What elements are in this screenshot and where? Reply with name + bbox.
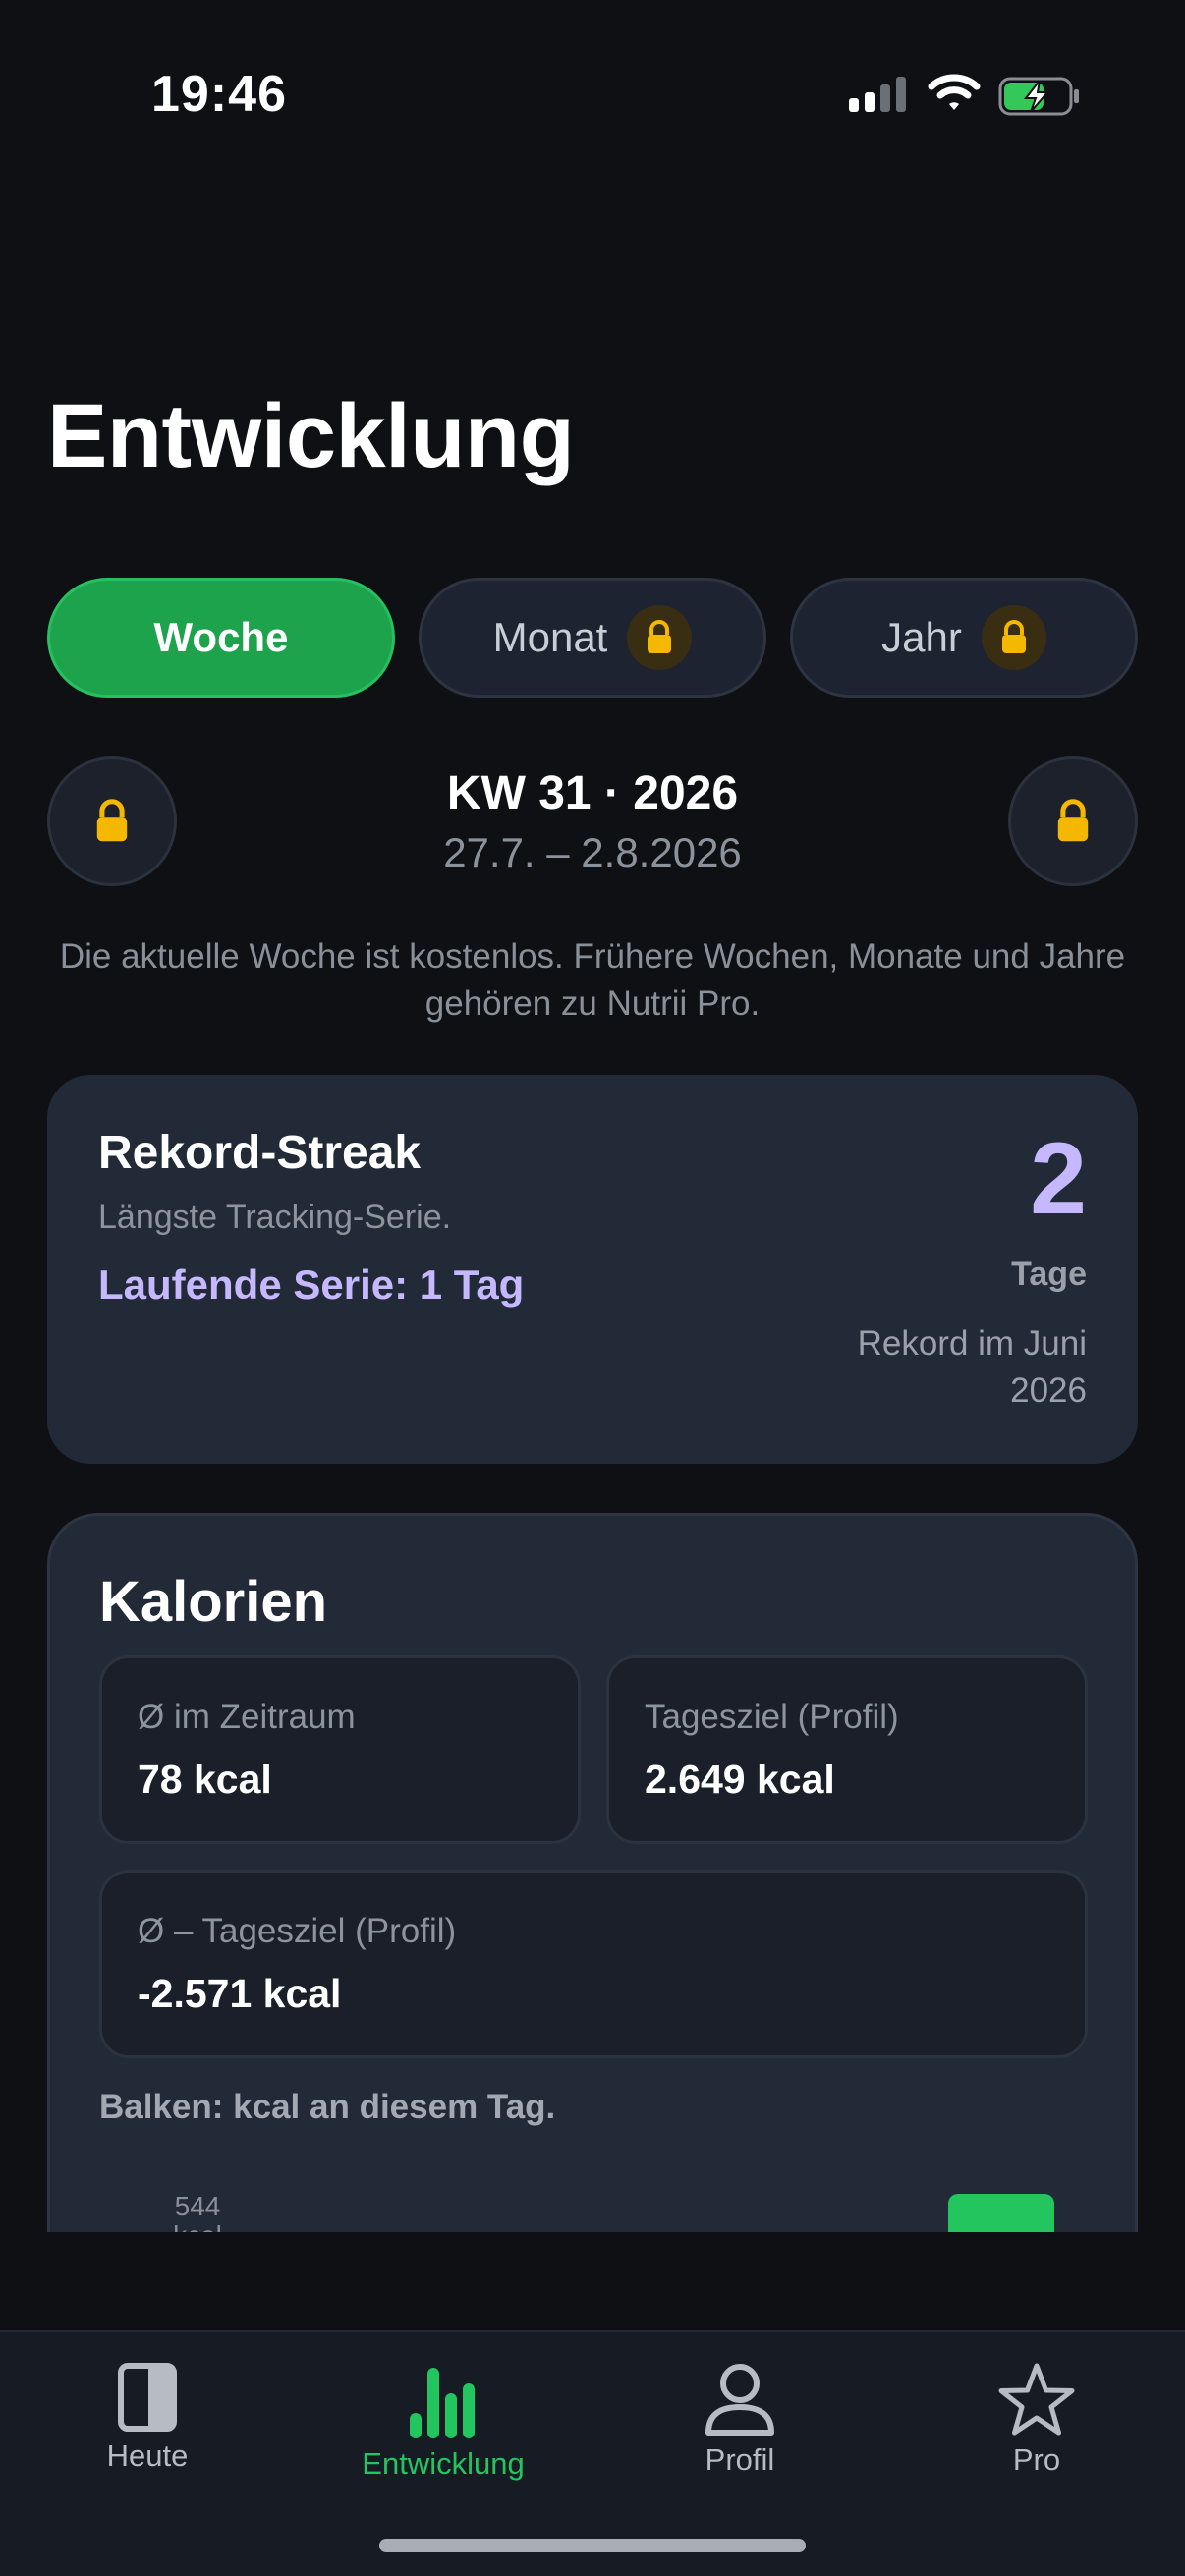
page-title: Entwicklung [47,386,575,486]
wifi-icon [928,74,981,110]
star-icon [998,2363,1075,2436]
streak-card: Rekord-Streak Längste Tracking-Serie. La… [47,1075,1138,1464]
stat-label: Tagesziel (Profil) [645,1698,899,1736]
calories-title: Kalorien [99,1570,328,1634]
streak-subtitle: Längste Tracking-Serie. [98,1199,452,1236]
tab-bar-item-heute[interactable]: Heute [29,2362,265,2490]
current-streak: Laufende Serie: 1 Tag [98,1261,525,1308]
tab-week-label: Woche [153,614,289,660]
person-icon [705,2364,774,2436]
stat-value: 2.649 kcal [645,1757,835,1802]
stat-value: -2.571 kcal [138,1971,342,2016]
week-range: 27.7. – 2.8.2026 [443,829,742,875]
signal-icon [849,77,906,112]
status-bar: 19:46 [0,0,1185,187]
bar-chart-icon [410,2368,475,2438]
stat-value: 78 kcal [138,1757,272,1802]
tab-year-label: Jahr [881,614,962,660]
lock-icon [981,605,1046,670]
status-time: 19:46 [151,66,287,123]
stat-average: Ø im Zeitraum 78 kcal [99,1655,581,1844]
streak-number: 2 [1030,1122,1087,1236]
calories-card: Kalorien Ø im Zeitraum 78 kcal Tagesziel… [47,1513,1138,2232]
pro-info-text: Die aktuelle Woche ist kostenlos. Früher… [59,937,1126,1023]
tab-bar-label: Entwicklung [362,2446,525,2481]
y-axis-max-label: 544 kcal [158,2191,237,2233]
lock-icon [1057,799,1089,842]
tab-bar-item-profil[interactable]: Profil [622,2362,858,2490]
stat-label: Ø – Tagesziel (Profil) [138,1912,457,1950]
tab-bar-item-pro[interactable]: Pro [919,2362,1155,2490]
calorie-bar [948,2194,1054,2232]
battery-charging-icon [998,77,1079,116]
tab-month-label: Monat [492,614,608,660]
scroll-content[interactable]: Kalorien Ø im Zeitraum 78 kcal Tagesziel… [0,1509,1185,2232]
streak-title: Rekord-Streak [98,1127,422,1179]
streak-record: Rekord im Juni 2026 [857,1324,1087,1410]
y-axis-max-unit: kcal [158,2221,237,2233]
streak-unit: Tage [1011,1256,1087,1293]
y-axis-max-value: 544 [174,2191,221,2221]
tab-bar-label: Heute [106,2438,189,2473]
stat-difference: Ø – Tagesziel (Profil) -2.571 kcal [99,1870,1088,2058]
tab-bar-label: Profil [705,2442,775,2477]
tab-bar-item-entwicklung[interactable]: Entwicklung [325,2362,561,2490]
stat-daily-goal: Tagesziel (Profil) 2.649 kcal [606,1655,1088,1844]
tab-bar-label: Pro [1012,2442,1061,2477]
next-week-button[interactable] [1008,756,1138,886]
week-title: KW 31 · 2026 [446,767,739,819]
tab-year[interactable]: Jahr [790,578,1138,698]
book-icon [118,2363,177,2432]
tab-month[interactable]: Monat [419,578,766,698]
tab-week[interactable]: Woche [47,578,395,698]
home-indicator[interactable] [379,2539,806,2552]
stat-label: Ø im Zeitraum [138,1698,356,1736]
chart-note: Balken: kcal an diesem Tag. [99,2088,556,2126]
lock-icon [627,605,693,670]
